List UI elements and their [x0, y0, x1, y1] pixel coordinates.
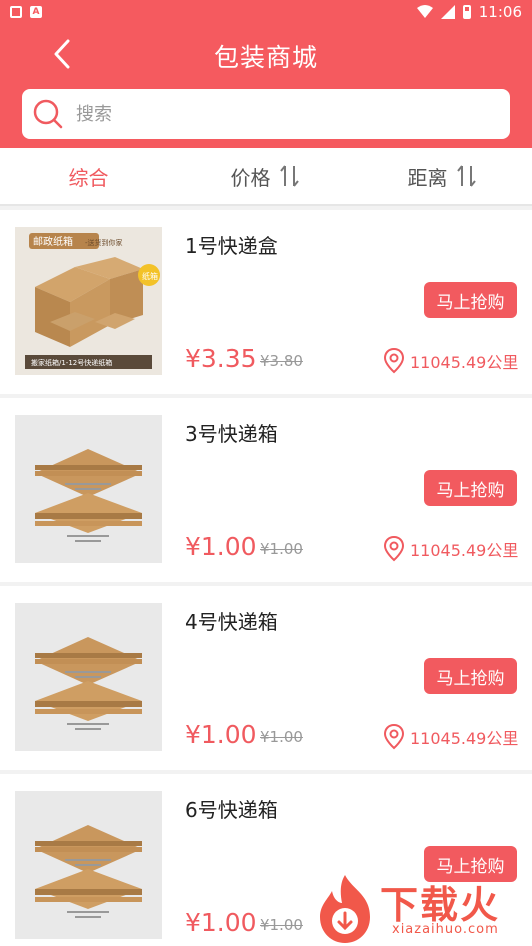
product-card[interactable]: 3号快递箱 马上抢购 ¥1.00 ¥1.00 11045.49公里	[0, 398, 532, 582]
app-notification-icon: A	[30, 6, 42, 18]
battery-icon	[462, 5, 471, 19]
search-bar[interactable]	[22, 89, 510, 139]
watermark-text: 下载火	[380, 883, 501, 927]
product-name: 6号快递箱	[185, 798, 278, 822]
search-icon	[33, 99, 63, 129]
product-old-price: ¥1.00	[260, 728, 303, 746]
status-time: 11:06	[478, 3, 522, 21]
search-input[interactable]	[76, 103, 476, 125]
image-tag: 纸箱	[142, 271, 158, 281]
buy-now-button[interactable]: 马上抢购	[424, 470, 517, 506]
product-name: 4号快递箱	[185, 610, 278, 634]
location-pin-icon	[384, 348, 404, 374]
image-caption-bottom: 搬家纸箱/1-12号快递纸箱	[31, 358, 112, 367]
product-old-price: ¥3.80	[260, 352, 303, 370]
product-price: ¥1.00	[185, 720, 257, 749]
watermark-url: xiazaihuo.com	[392, 922, 499, 937]
product-name: 1号快递盒	[185, 234, 278, 258]
wifi-icon	[416, 5, 433, 18]
app-header: 包装商城	[0, 24, 532, 148]
status-bar: A 11:06	[0, 0, 532, 24]
product-price: ¥3.35	[185, 344, 257, 373]
notification-icon	[10, 6, 22, 18]
location-pin-icon	[384, 724, 404, 750]
image-caption-sub: -送货到你家	[85, 238, 123, 247]
product-image	[15, 415, 162, 563]
product-card[interactable]: 4号快递箱 马上抢购 ¥1.00 ¥1.00 11045.49公里	[0, 586, 532, 770]
distance-value: 11045.49公里	[410, 353, 519, 372]
sort-arrows-icon	[279, 165, 299, 187]
product-price: ¥1.00	[185, 908, 257, 937]
product-old-price: ¥1.00	[260, 540, 303, 558]
sort-tab-label: 综合	[68, 165, 109, 190]
location-pin-icon	[384, 536, 404, 562]
sort-tab-comprehensive[interactable]: 综合	[0, 162, 177, 191]
sort-tab-price[interactable]: 价格	[177, 162, 354, 191]
sort-tab-distance[interactable]: 距离	[354, 162, 531, 191]
buy-now-button[interactable]: 马上抢购	[424, 658, 517, 694]
distance-value: 11045.49公里	[410, 541, 519, 560]
watermark-logo: 下载火 xiazaihuo.com	[312, 872, 527, 946]
page-title: 包装商城	[213, 43, 318, 72]
product-name: 3号快递箱	[185, 422, 278, 446]
product-image	[15, 603, 162, 751]
sort-bar: 综合 价格 距离	[0, 148, 532, 206]
product-distance: 11045.49公里	[384, 724, 518, 750]
product-price: ¥1.00	[185, 532, 257, 561]
distance-value: 11045.49公里	[410, 729, 519, 748]
product-image: 邮政纸箱 -送货到你家 纸箱 搬家纸箱/1-12号快递纸箱	[15, 227, 162, 375]
product-image	[15, 791, 162, 939]
product-card[interactable]: 邮政纸箱 -送货到你家 纸箱 搬家纸箱/1-12号快递纸箱 1号快递盒 马上抢购…	[0, 210, 532, 394]
buy-now-button[interactable]: 马上抢购	[424, 282, 517, 318]
image-caption-top: 邮政纸箱	[33, 235, 73, 248]
flame-logo-icon	[320, 875, 370, 943]
sort-tab-label: 距离	[407, 165, 448, 190]
sort-arrows-icon	[456, 165, 476, 187]
signal-icon	[440, 5, 455, 19]
sort-tab-label: 价格	[230, 165, 271, 190]
product-old-price: ¥1.00	[260, 916, 303, 934]
product-distance: 11045.49公里	[384, 348, 518, 374]
product-distance: 11045.49公里	[384, 536, 518, 562]
